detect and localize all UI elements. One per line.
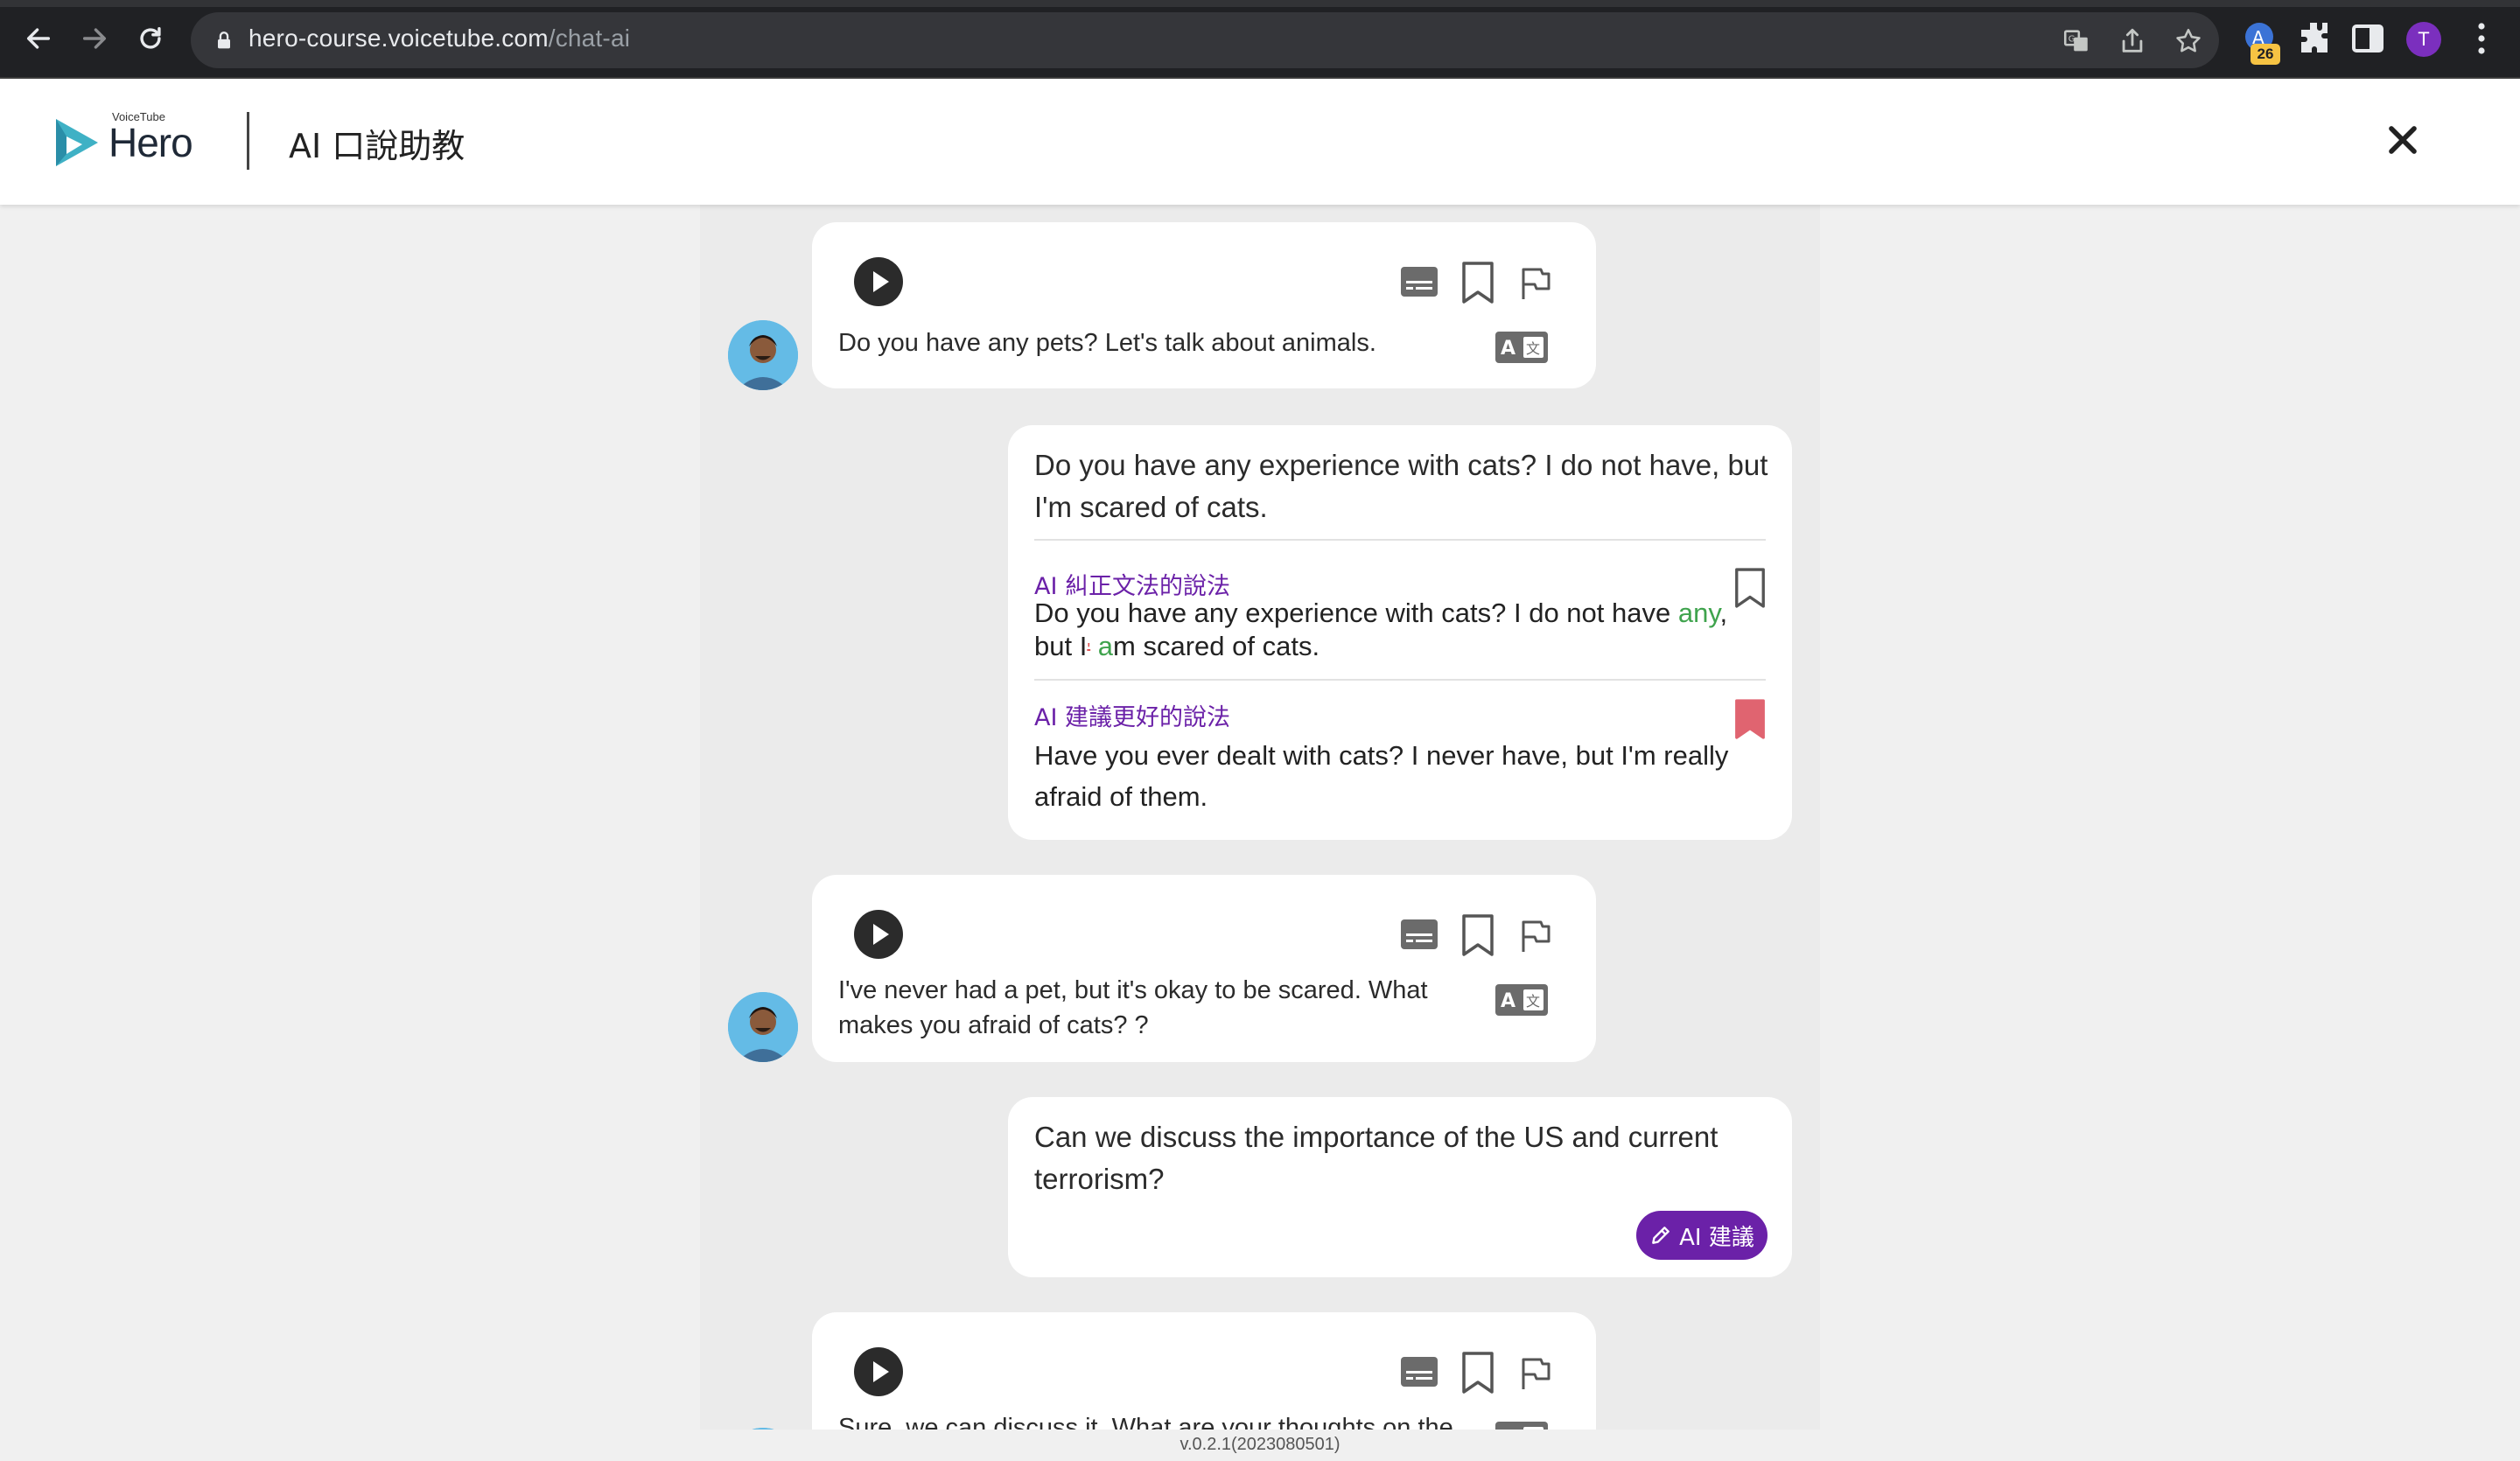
extension-badge: 26 bbox=[2250, 44, 2280, 65]
version-label: v.0.2.1(2023080501) bbox=[1180, 1435, 1340, 1454]
ai-tutor-avatar bbox=[728, 1428, 798, 1430]
reload-icon bbox=[140, 26, 161, 49]
back-arrow-icon bbox=[26, 28, 51, 49]
bookmark-filled-icon[interactable] bbox=[1732, 698, 1768, 740]
lock-icon bbox=[218, 31, 230, 49]
share-icon[interactable] bbox=[2118, 26, 2147, 56]
chat-thread[interactable]: A 文 Do you have any pets? Let's talk abo… bbox=[700, 205, 1820, 1430]
user-message-bubble: Can we discuss the importance of the US … bbox=[1008, 1097, 1792, 1277]
ai-message-bubble: A 文 Sure, we can discuss it. What are yo… bbox=[812, 1312, 1596, 1430]
page-title: AI 口說助教 bbox=[289, 127, 466, 165]
correction-segment: but I bbox=[1034, 631, 1088, 661]
ai-tutor-avatar bbox=[728, 992, 798, 1062]
subtitles-icon[interactable] bbox=[1400, 919, 1438, 950]
ai-tutor-avatar bbox=[728, 320, 798, 390]
translate-icon[interactable]: A 文 bbox=[1494, 331, 1549, 364]
tutor-portrait-icon bbox=[728, 320, 798, 390]
ai-message-text: Do you have any pets? Let's talk about a… bbox=[838, 329, 1376, 357]
correction-segment bbox=[1090, 631, 1098, 661]
bookmark-icon[interactable] bbox=[1460, 261, 1496, 304]
report-flag-icon[interactable] bbox=[1519, 266, 1550, 301]
user-message-text: Can we discuss the importance of the US … bbox=[1034, 1121, 1718, 1195]
ai-message-bubble: A 文 I've never had a pet, but it's okay … bbox=[812, 875, 1596, 1062]
url-text: hero-course.voicetube.com/chat-ai bbox=[248, 24, 630, 52]
correction-segment: , bbox=[1719, 598, 1728, 628]
url-path: /chat-ai bbox=[548, 24, 631, 52]
ai-message-bubble: A 文 Do you have any pets? Let's talk abo… bbox=[812, 222, 1596, 388]
ai-suggest-label: AI 建議 bbox=[1679, 1224, 1754, 1251]
puzzle-extensions-icon[interactable] bbox=[2292, 17, 2334, 59]
url-host: hero-course.voicetube.com bbox=[248, 24, 549, 52]
close-icon[interactable] bbox=[2380, 117, 2426, 163]
divider bbox=[1034, 539, 1766, 541]
header-divider bbox=[247, 112, 249, 170]
correction-segment: m scared of cats. bbox=[1113, 631, 1320, 661]
play-audio-button[interactable] bbox=[854, 910, 903, 959]
browser-toolbar: hero-course.voicetube.com/chat-ai G A 26… bbox=[0, 0, 2520, 79]
forward-arrow-icon bbox=[82, 28, 107, 49]
tutor-portrait-icon bbox=[728, 992, 798, 1062]
user-message-text: Do you have any experience with cats? I … bbox=[1034, 449, 1768, 523]
logo-hero-text: Hero bbox=[108, 120, 193, 165]
subtitles-icon[interactable] bbox=[1400, 1356, 1438, 1388]
user-message-bubble: Do you have any experience with cats? I … bbox=[1008, 425, 1792, 840]
divider bbox=[1034, 679, 1766, 681]
correction-insert: a bbox=[1097, 631, 1114, 661]
svg-text:A: A bbox=[1501, 338, 1516, 360]
more-menu-icon[interactable] bbox=[2460, 17, 2502, 59]
pencil-icon bbox=[1652, 1227, 1670, 1244]
report-flag-icon[interactable] bbox=[1519, 1356, 1550, 1391]
tutor-portrait-icon bbox=[728, 1428, 798, 1430]
star-icon[interactable] bbox=[2174, 26, 2203, 56]
subtitles-icon[interactable] bbox=[1400, 266, 1438, 297]
translate-page-icon[interactable]: G bbox=[2062, 26, 2091, 56]
play-logo-icon bbox=[56, 119, 98, 166]
grammar-correction-text: Do you have any experience with cats? I … bbox=[1034, 597, 1752, 667]
forward-button[interactable] bbox=[74, 17, 116, 59]
play-audio-button[interactable] bbox=[854, 257, 903, 306]
bookmark-icon[interactable] bbox=[1460, 1351, 1496, 1395]
hero-logo[interactable]: VoiceTube Hero bbox=[52, 110, 210, 175]
address-bar[interactable]: hero-course.voicetube.com/chat-ai G bbox=[191, 12, 2219, 68]
ai-message-text: I've never had a pet, but it's okay to b… bbox=[838, 976, 1428, 1039]
translate-icon[interactable]: A 文 bbox=[1494, 1421, 1549, 1430]
reload-button[interactable] bbox=[130, 17, 172, 59]
back-button[interactable] bbox=[18, 17, 60, 59]
translate-icon[interactable]: A 文 bbox=[1494, 983, 1549, 1017]
report-flag-icon[interactable] bbox=[1519, 919, 1550, 954]
svg-text:文: 文 bbox=[1526, 340, 1540, 357]
correction-segment: Do you have any experience with cats? I … bbox=[1034, 598, 1678, 628]
ai-message-text: Sure, we can discuss it. What are your t… bbox=[838, 1414, 1453, 1430]
svg-text:A: A bbox=[1501, 990, 1516, 1012]
bookmark-icon[interactable] bbox=[1460, 913, 1496, 957]
better-expression-label: AI 建議更好的說法 bbox=[1034, 704, 1231, 731]
correction-insert: any bbox=[1677, 598, 1720, 628]
app-header: VoiceTube Hero AI 口說助教 bbox=[0, 79, 2520, 205]
svg-text:A: A bbox=[1501, 1428, 1516, 1430]
svg-text:G: G bbox=[2068, 35, 2076, 45]
svg-text:文: 文 bbox=[1526, 993, 1540, 1010]
tab-strip-edge bbox=[0, 0, 2520, 7]
side-panel-icon[interactable] bbox=[2347, 17, 2389, 59]
play-audio-button[interactable] bbox=[854, 1347, 903, 1396]
ai-suggest-button[interactable]: AI 建議 bbox=[1636, 1211, 1768, 1260]
profile-avatar[interactable]: T bbox=[2406, 22, 2441, 57]
better-expression-text: Have you ever dealt with cats? I never h… bbox=[1034, 740, 1729, 812]
